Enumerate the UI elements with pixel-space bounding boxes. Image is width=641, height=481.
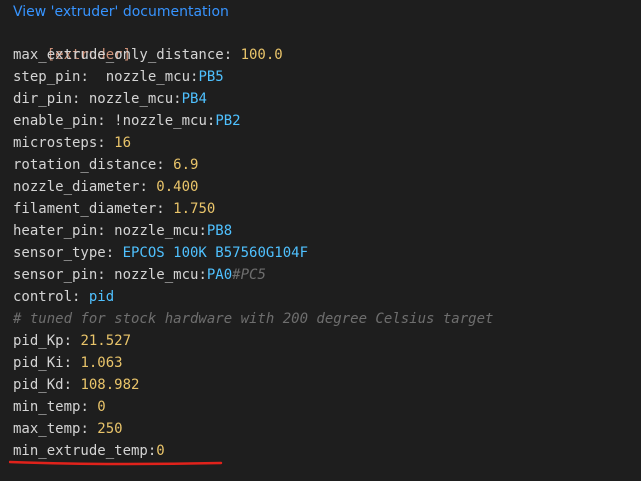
config-value: PB4 xyxy=(181,91,207,107)
config-line-nozzle-diameter: nozzle_diameter: 0.400 xyxy=(13,179,199,195)
config-pin-prefix: !nozzle_mcu: xyxy=(114,113,216,129)
config-key: rotation_distance xyxy=(13,157,157,173)
config-line-pid-kd: pid_Kd: 108.982 xyxy=(13,377,140,393)
config-value: 250 xyxy=(97,421,123,437)
config-key: control xyxy=(13,289,73,305)
config-value: 6.9 xyxy=(173,157,199,173)
config-value: pid xyxy=(88,289,115,305)
config-key: nozzle_diameter xyxy=(13,179,140,195)
config-key: enable_pin xyxy=(13,113,98,129)
config-value: 16 xyxy=(114,135,132,151)
config-key: dir_pin xyxy=(13,91,73,107)
config-line-dir-pin: dir_pin: nozzle_mcu:PB4 xyxy=(13,91,207,107)
config-key: min_extrude_temp xyxy=(13,443,148,459)
config-line-enable-pin: enable_pin: !nozzle_mcu:PB2 xyxy=(13,113,241,129)
config-line-pid-ki: pid_Ki: 1.063 xyxy=(13,355,123,371)
config-pin-prefix: nozzle_mcu: xyxy=(114,223,207,239)
config-pin-prefix: nozzle_mcu: xyxy=(114,267,207,283)
config-value: 21.527 xyxy=(80,333,132,349)
config-value: 100.0 xyxy=(240,47,283,63)
config-line-min-temp: min_temp: 0 xyxy=(13,399,106,415)
config-line-min-extrude-temp: min_extrude_temp:0 xyxy=(13,443,165,459)
config-value: PA0 xyxy=(206,267,233,283)
config-value: 0 xyxy=(97,399,106,415)
config-key: pid_Kd xyxy=(13,377,64,393)
config-key: max_extrude_only_distance xyxy=(13,47,224,63)
config-line-max-temp: max_temp: 250 xyxy=(13,421,123,437)
config-line-comment: # tuned for stock hardware with 200 degr… xyxy=(13,308,641,330)
config-key: sensor_pin xyxy=(13,267,98,283)
config-key: min_temp xyxy=(13,399,81,415)
config-line-pid-kp: pid_Kp: 21.527 xyxy=(13,333,132,349)
config-value: PB5 xyxy=(198,69,224,85)
config-line-microsteps: microsteps: 16 xyxy=(13,135,132,151)
config-pin-prefix: nozzle_mcu: xyxy=(88,91,182,107)
config-key: pid_Kp xyxy=(13,333,64,349)
config-line-step-pin: step_pin: nozzle_mcu:PB5 xyxy=(13,69,224,85)
config-key: pid_Ki xyxy=(13,355,64,371)
config-editor[interactable]: [extruder] max_extrude_only_distance: 10… xyxy=(13,22,641,462)
config-value: 0.400 xyxy=(156,179,199,195)
inline-comment: #PC5 xyxy=(232,267,266,283)
config-key: sensor_type xyxy=(13,245,106,261)
comment-text: # tuned for stock hardware with 200 degr… xyxy=(13,311,494,327)
config-value: 1.063 xyxy=(80,355,123,371)
config-line-heater-pin: heater_pin: nozzle_mcu:PB8 xyxy=(13,223,233,239)
documentation-link[interactable]: View 'extruder' documentation xyxy=(13,4,229,20)
config-value: 1.750 xyxy=(173,201,216,217)
config-line-sensor-pin: sensor_pin: nozzle_mcu:PA0#PC5 xyxy=(13,267,266,283)
config-key: max_temp xyxy=(13,421,81,437)
config-value: 0 xyxy=(156,443,165,459)
config-value: PB8 xyxy=(206,223,233,239)
config-line-rotation-distance: rotation_distance: 6.9 xyxy=(13,157,199,173)
config-key: heater_pin xyxy=(13,223,98,239)
config-key: filament_diameter xyxy=(13,201,157,217)
config-line-max-extrude-only-distance: max_extrude_only_distance: 100.0 xyxy=(13,47,283,63)
config-value: EPCOS 100K B57560G104F xyxy=(122,245,309,261)
config-key: microsteps xyxy=(13,135,98,151)
config-line-control: control: pid xyxy=(13,289,115,305)
config-line-section: [extruder] xyxy=(13,22,641,63)
config-value: PB2 xyxy=(215,113,241,129)
config-line-filament-diameter: filament_diameter: 1.750 xyxy=(13,201,216,217)
config-key: step_pin xyxy=(13,69,81,85)
config-pin-prefix: nozzle_mcu: xyxy=(105,69,199,85)
config-line-sensor-type: sensor_type: EPCOS 100K B57560G104F xyxy=(13,245,309,261)
config-value: 108.982 xyxy=(80,377,140,393)
